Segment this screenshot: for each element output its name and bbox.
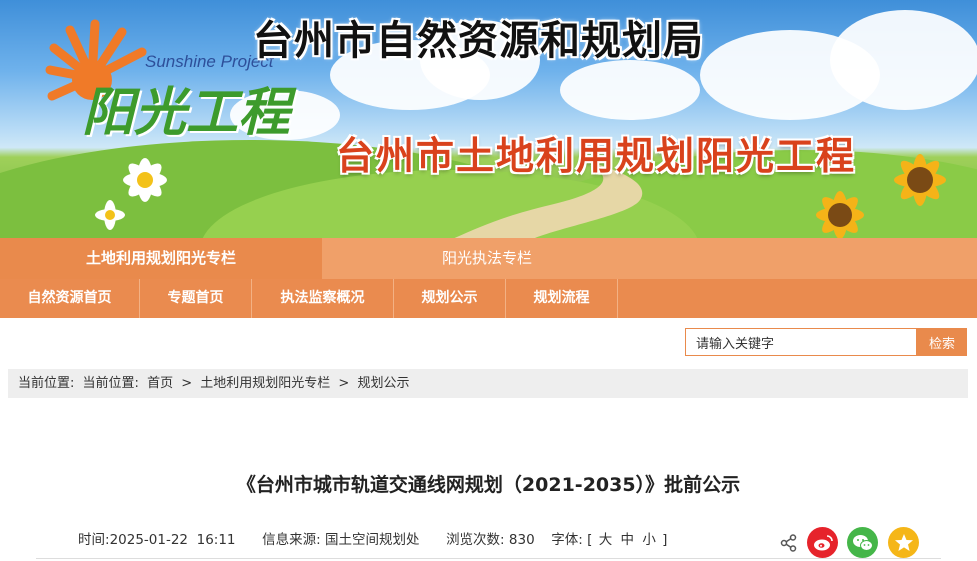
nav-item-topic-home[interactable]: 专题首页 — [140, 279, 252, 318]
tab-law-enforcement[interactable]: 阳光执法专栏 — [322, 238, 652, 279]
star-icon — [894, 534, 913, 551]
nav-item-resources-home[interactable]: 自然资源首页 — [0, 279, 140, 318]
logo-chinese: 阳光工程 — [82, 83, 291, 143]
meta-divider — [36, 558, 941, 559]
breadcrumb-home-link[interactable]: 首页 — [147, 376, 173, 391]
font-bracket-close: ] — [662, 532, 668, 548]
share-icon[interactable] — [780, 534, 798, 552]
breadcrumb-separator: > — [181, 376, 193, 391]
breadcrumb-prefix: 当前位置: — [18, 376, 75, 391]
time-value: 2025-01-22 16:11 — [109, 532, 236, 548]
daisy-icon — [95, 158, 167, 230]
weibo-share-button[interactable] — [807, 527, 838, 558]
wechat-share-button[interactable] — [847, 527, 878, 558]
font-bracket-open: [ — [587, 532, 593, 548]
search-input[interactable] — [685, 328, 917, 356]
article-title: 《台州市城市轨道交通线网规划（2021-2035）》批前公示 — [236, 474, 741, 496]
header-banner: Sunshine Project 阳光工程 台州市自然资源和规划局 台州市土地利… — [0, 0, 977, 238]
secondary-nav: 自然资源首页 专题首页 执法监察概况 规划公示 规划流程 — [0, 279, 977, 318]
breadcrumb-planning-notice-link[interactable]: 规划公示 — [357, 376, 409, 391]
breadcrumb-prefix-2: 当前位置: — [82, 376, 139, 391]
weibo-icon — [813, 535, 833, 551]
article-meta: 时间:2025-01-22 16:11 信息来源: 国土空间规划处 浏览次数: … — [78, 528, 667, 548]
views-label: 浏览次数: — [446, 532, 505, 548]
nav-item-planning-process[interactable]: 规划流程 — [506, 279, 618, 318]
font-size-large-button[interactable]: 大 — [597, 532, 615, 548]
time-label: 时间: — [78, 532, 110, 548]
source-value: 国土空间规划处 — [324, 532, 420, 548]
nav-item-planning-notice[interactable]: 规划公示 — [394, 279, 506, 318]
breadcrumb: 当前位置: 当前位置: 首页 > 土地利用规划阳光专栏 > 规划公示 — [8, 369, 968, 398]
font-size-medium-button[interactable]: 中 — [619, 532, 637, 548]
source-label: 信息来源: — [262, 532, 321, 548]
font-size-label: 字体: — [551, 532, 583, 548]
breadcrumb-separator: > — [338, 376, 350, 391]
tab-land-planning[interactable]: 土地利用规划阳光专栏 — [0, 238, 322, 279]
site-title: 台州市自然资源和规划局 — [253, 18, 704, 64]
font-size-small-button[interactable]: 小 — [640, 532, 658, 548]
nav-item-enforcement-overview[interactable]: 执法监察概况 — [252, 279, 394, 318]
banner-subtitle: 台州市土地利用规划阳光工程 — [336, 134, 857, 178]
search-button[interactable]: 检索 — [917, 328, 967, 356]
wechat-icon — [852, 534, 873, 551]
views-count: 830 — [508, 532, 535, 548]
primary-nav: 土地利用规划阳光专栏 阳光执法专栏 — [0, 238, 977, 279]
breadcrumb-land-planning-link[interactable]: 土地利用规划阳光专栏 — [200, 376, 330, 391]
favorite-share-button[interactable] — [888, 527, 919, 558]
